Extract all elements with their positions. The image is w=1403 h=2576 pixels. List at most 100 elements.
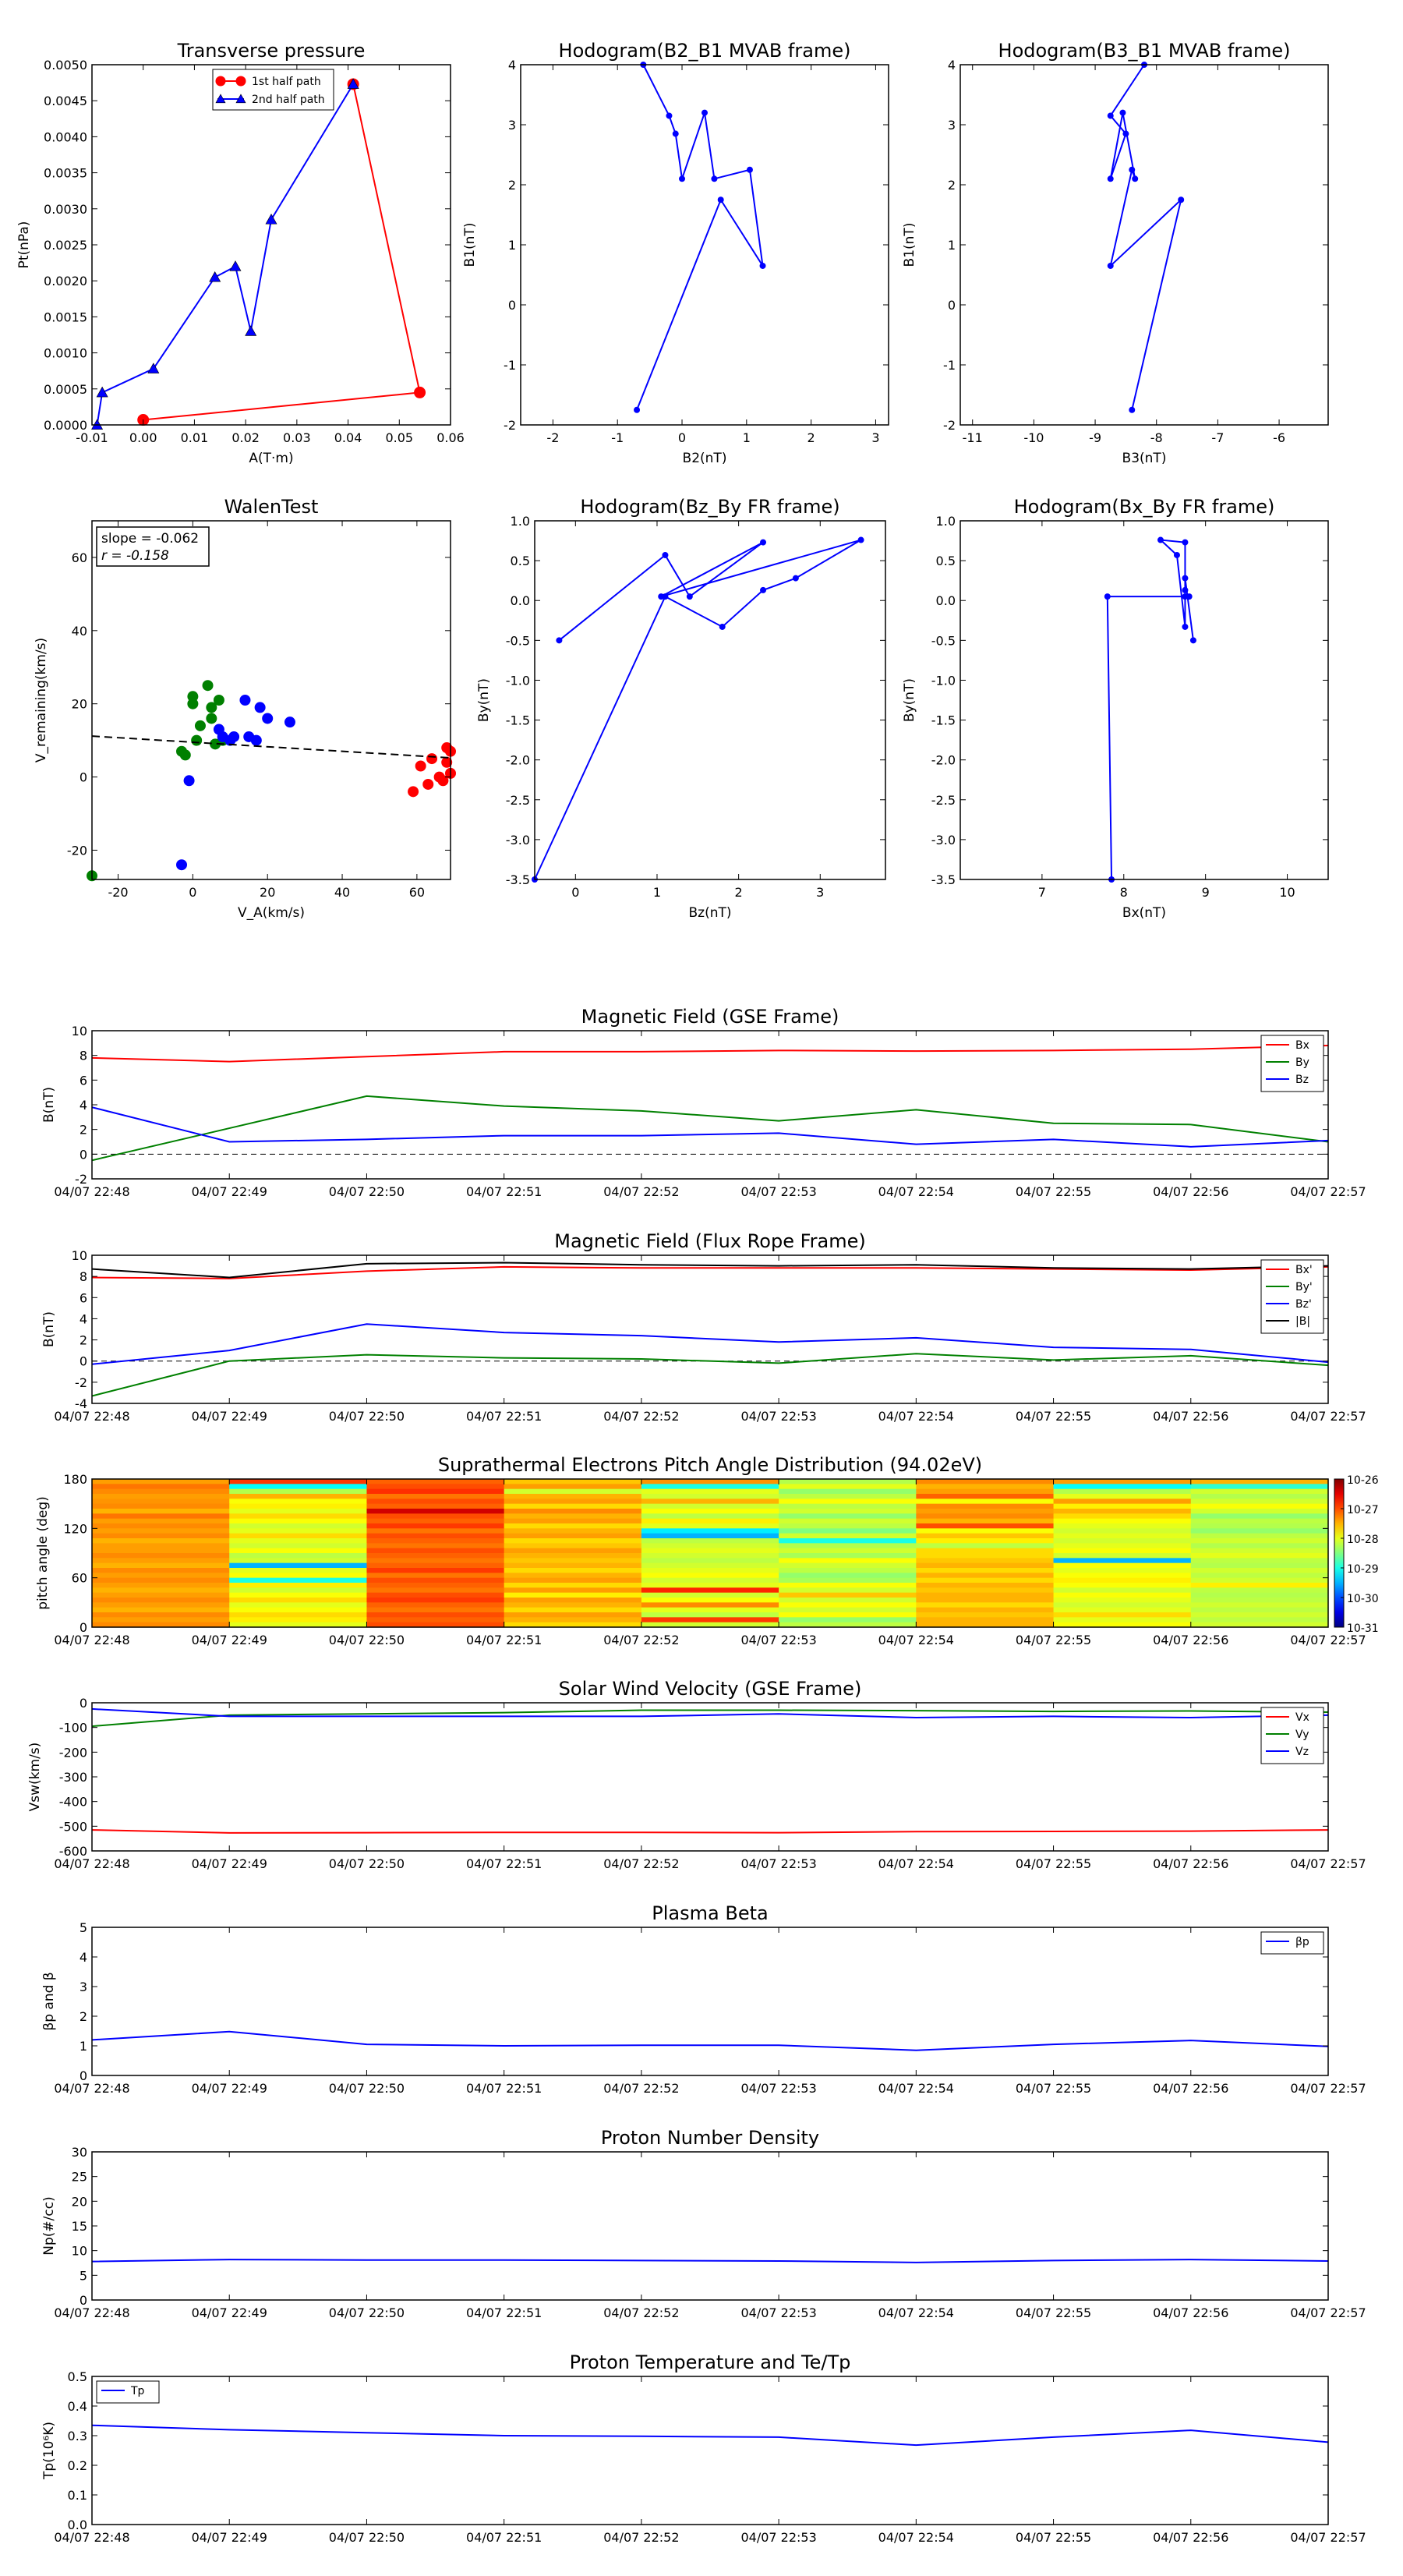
series-line-0 bbox=[92, 2259, 1328, 2263]
heatmap-cell bbox=[641, 1568, 779, 1573]
heatmap-cell bbox=[641, 1488, 779, 1495]
data-point bbox=[265, 214, 277, 225]
x-tick-label: 2 bbox=[808, 430, 815, 445]
x-tick-label: 04/07 22:57 bbox=[1290, 1856, 1366, 1871]
data-point bbox=[634, 406, 641, 413]
x-tick-label: 04/07 22:51 bbox=[466, 1633, 542, 1647]
heatmap-cell bbox=[779, 1548, 917, 1554]
correlation-text: r = -0.158 bbox=[101, 548, 169, 564]
heatmap-cell bbox=[229, 1484, 368, 1490]
heatmap-cell bbox=[1053, 1494, 1192, 1499]
legend-marker bbox=[235, 76, 246, 87]
y-tick-label: 0.0040 bbox=[44, 129, 87, 144]
plot-frame bbox=[959, 520, 1329, 880]
heatmap-cell bbox=[916, 1533, 1055, 1539]
heatmap-cell bbox=[1053, 1583, 1192, 1588]
heatmap-cell bbox=[779, 1518, 917, 1524]
heatmap-cell bbox=[916, 1543, 1055, 1549]
legend-label: Vx bbox=[1295, 1711, 1309, 1724]
data-point bbox=[1182, 623, 1189, 630]
chart-title: Suprathermal Electrons Pitch Angle Distr… bbox=[438, 1454, 982, 1476]
heatmap-cell bbox=[229, 1612, 368, 1618]
series-line-Bx bbox=[92, 1045, 1328, 1063]
y-tick-label: 180 bbox=[63, 1472, 87, 1487]
heatmap-cell bbox=[1053, 1562, 1192, 1569]
heatmap-cell bbox=[916, 1488, 1055, 1495]
x-tick-label: -2 bbox=[546, 430, 559, 445]
heatmap-cell bbox=[504, 1548, 642, 1554]
y-axis-label: B1(nT) bbox=[902, 223, 917, 267]
colorbar-label: 10-27 bbox=[1347, 1504, 1379, 1516]
data-point bbox=[1107, 112, 1114, 119]
hodogram-b2-b1-chart: Hodogram(B2_B1 MVAB frame) -2 -1 0 1 2 3 -2 -1 0 1… bbox=[462, 40, 889, 466]
heatmap-cell bbox=[504, 1543, 642, 1549]
series-line-By' bbox=[92, 1353, 1328, 1397]
y-tick-label: 0.0050 bbox=[44, 58, 87, 73]
heatmap-cell bbox=[504, 1503, 642, 1509]
heatmap-cell bbox=[1190, 1538, 1329, 1544]
x-tick-label: 04/07 22:50 bbox=[329, 2530, 405, 2545]
legend-box bbox=[1260, 1707, 1324, 1764]
heatmap-cell bbox=[779, 1617, 917, 1623]
heatmap-cell bbox=[229, 1503, 368, 1509]
y-tick-label: 4 bbox=[80, 1311, 87, 1326]
x-tick-label: 0.06 bbox=[436, 430, 465, 445]
heatmap-cell bbox=[229, 1592, 368, 1598]
x-tick-label: 0.03 bbox=[283, 430, 311, 445]
heatmap-cell bbox=[366, 1598, 505, 1603]
data-point bbox=[666, 112, 673, 119]
heatmap-cell bbox=[916, 1602, 1055, 1608]
y-tick-label: 10 bbox=[72, 2244, 87, 2259]
heatmap-cell bbox=[779, 1612, 917, 1618]
heatmap-cell bbox=[1053, 1592, 1192, 1598]
heatmap-cell bbox=[366, 1509, 505, 1514]
heatmap-cell bbox=[366, 1568, 505, 1573]
legend-label: Vy bbox=[1295, 1729, 1309, 1741]
y-axis-label: B(nT) bbox=[41, 1087, 57, 1123]
heatmap-cell bbox=[504, 1523, 642, 1529]
y-tick-label: -2.5 bbox=[931, 793, 956, 808]
heatmap-cell bbox=[504, 1577, 642, 1583]
heatmap-cell bbox=[779, 1553, 917, 1559]
heatmap-cell bbox=[1053, 1533, 1192, 1539]
y-axis-label: By(nT) bbox=[902, 678, 917, 722]
heatmap-cell bbox=[641, 1543, 779, 1549]
legend-label: Bx' bbox=[1295, 1264, 1313, 1276]
y-tick-label: -2.0 bbox=[506, 753, 530, 768]
data-point bbox=[426, 753, 438, 765]
heatmap-cell bbox=[92, 1509, 230, 1514]
y-tick-label: -0.5 bbox=[506, 633, 530, 648]
y-tick-label: 25 bbox=[72, 2170, 87, 2185]
x-tick-label: 04/07 22:51 bbox=[466, 1184, 542, 1199]
y-tick-label: 0.5 bbox=[68, 2369, 87, 2384]
plasma-beta-chart: Plasma Beta 04/07 22:48 04/07 22:49 04/07 2… bbox=[41, 1902, 1366, 2096]
heatmap-cell bbox=[1190, 1543, 1329, 1549]
heatmap-cell bbox=[916, 1598, 1055, 1603]
y-tick-label: -2 bbox=[943, 418, 956, 433]
heatmap-cell bbox=[916, 1553, 1055, 1559]
x-tick-label: 04/07 22:52 bbox=[603, 1633, 679, 1647]
heatmap-cell bbox=[229, 1587, 368, 1594]
data-point bbox=[1104, 593, 1111, 600]
legend-label: Vz bbox=[1295, 1746, 1309, 1758]
data-point bbox=[760, 586, 767, 593]
y-tick-label: 0.0015 bbox=[44, 310, 87, 324]
y-tick-label: 15 bbox=[72, 2219, 87, 2234]
x-tick-label: 04/07 22:53 bbox=[740, 2305, 816, 2320]
y-tick-label: -300 bbox=[59, 1770, 87, 1785]
heatmap-cell bbox=[1190, 1558, 1329, 1564]
data-point bbox=[556, 637, 563, 644]
heatmap-cell bbox=[1053, 1518, 1192, 1524]
x-tick-label: 04/07 22:54 bbox=[878, 2305, 954, 2320]
x-tick-label: 04/07 22:53 bbox=[740, 2081, 816, 2096]
heatmap-cell bbox=[92, 1602, 230, 1608]
heatmap-cell bbox=[366, 1553, 505, 1559]
x-tick-label: 04/07 22:50 bbox=[329, 2305, 405, 2320]
heatmap-cell bbox=[1053, 1499, 1192, 1505]
data-point bbox=[662, 551, 669, 558]
heatmap-cell bbox=[504, 1513, 642, 1520]
heatmap-cell bbox=[366, 1488, 505, 1495]
y-tick-label: 8 bbox=[80, 1049, 87, 1063]
heatmap-cell bbox=[1190, 1509, 1329, 1514]
heatmap-cell bbox=[229, 1518, 368, 1524]
